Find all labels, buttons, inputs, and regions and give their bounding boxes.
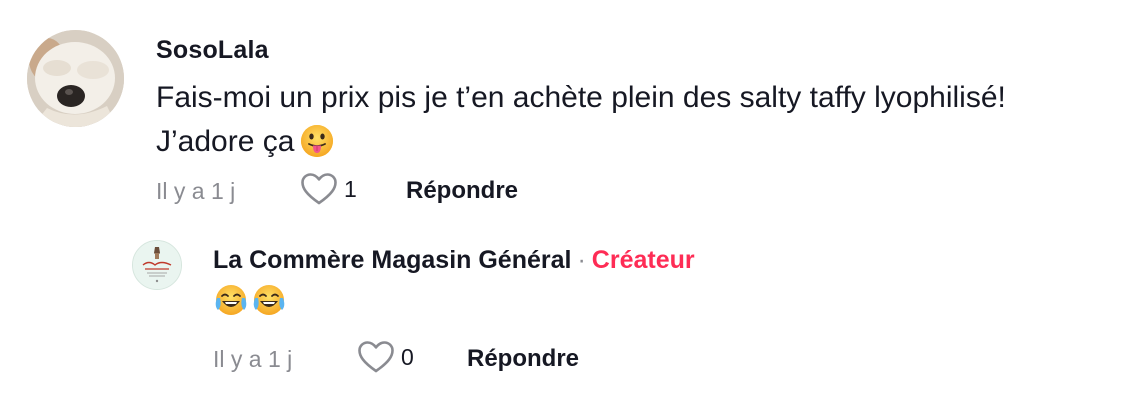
heart-icon (301, 173, 337, 205)
heart-icon (358, 341, 394, 373)
face-with-tears-of-joy-icon (251, 284, 287, 323)
store-logo-image (133, 241, 181, 289)
creator-badge: Créateur (591, 246, 695, 274)
comment-username[interactable]: SosoLala (156, 36, 269, 65)
reply-timestamp: Il y a 1 j (213, 346, 293, 372)
face-with-tears-of-joy-icon (213, 284, 249, 323)
reply-username[interactable]: La Commère Magasin Général (213, 246, 571, 274)
comment-like-button[interactable]: 1 (300, 172, 357, 206)
avatar[interactable] (27, 30, 124, 127)
creator-avatar[interactable] (132, 240, 182, 290)
comment-text: Fais-moi un prix pis je t’en achète plei… (156, 76, 1116, 171)
reply-like-count: 0 (401, 343, 414, 370)
comment-timestamp: Il y a 1 j (156, 178, 236, 204)
face-with-tongue-icon (300, 124, 334, 171)
reply-like-button[interactable]: 0 (357, 340, 414, 374)
comment-text-line2-label: J’adore ça (156, 125, 295, 158)
separator-dot: · (577, 246, 586, 274)
reply-reply-button[interactable]: Répondre (467, 345, 579, 373)
comment-text-line2: J’adore ça (156, 120, 1116, 171)
comment-reply-button[interactable]: Répondre (406, 177, 518, 205)
comment-like-count: 1 (344, 175, 357, 202)
dog-avatar-image (27, 30, 124, 127)
reply-text (213, 284, 287, 323)
comment-text-line1: Fais-moi un prix pis je t’en achète plei… (156, 81, 1006, 114)
reply-header: La Commère Magasin Général · Créateur (213, 246, 695, 275)
